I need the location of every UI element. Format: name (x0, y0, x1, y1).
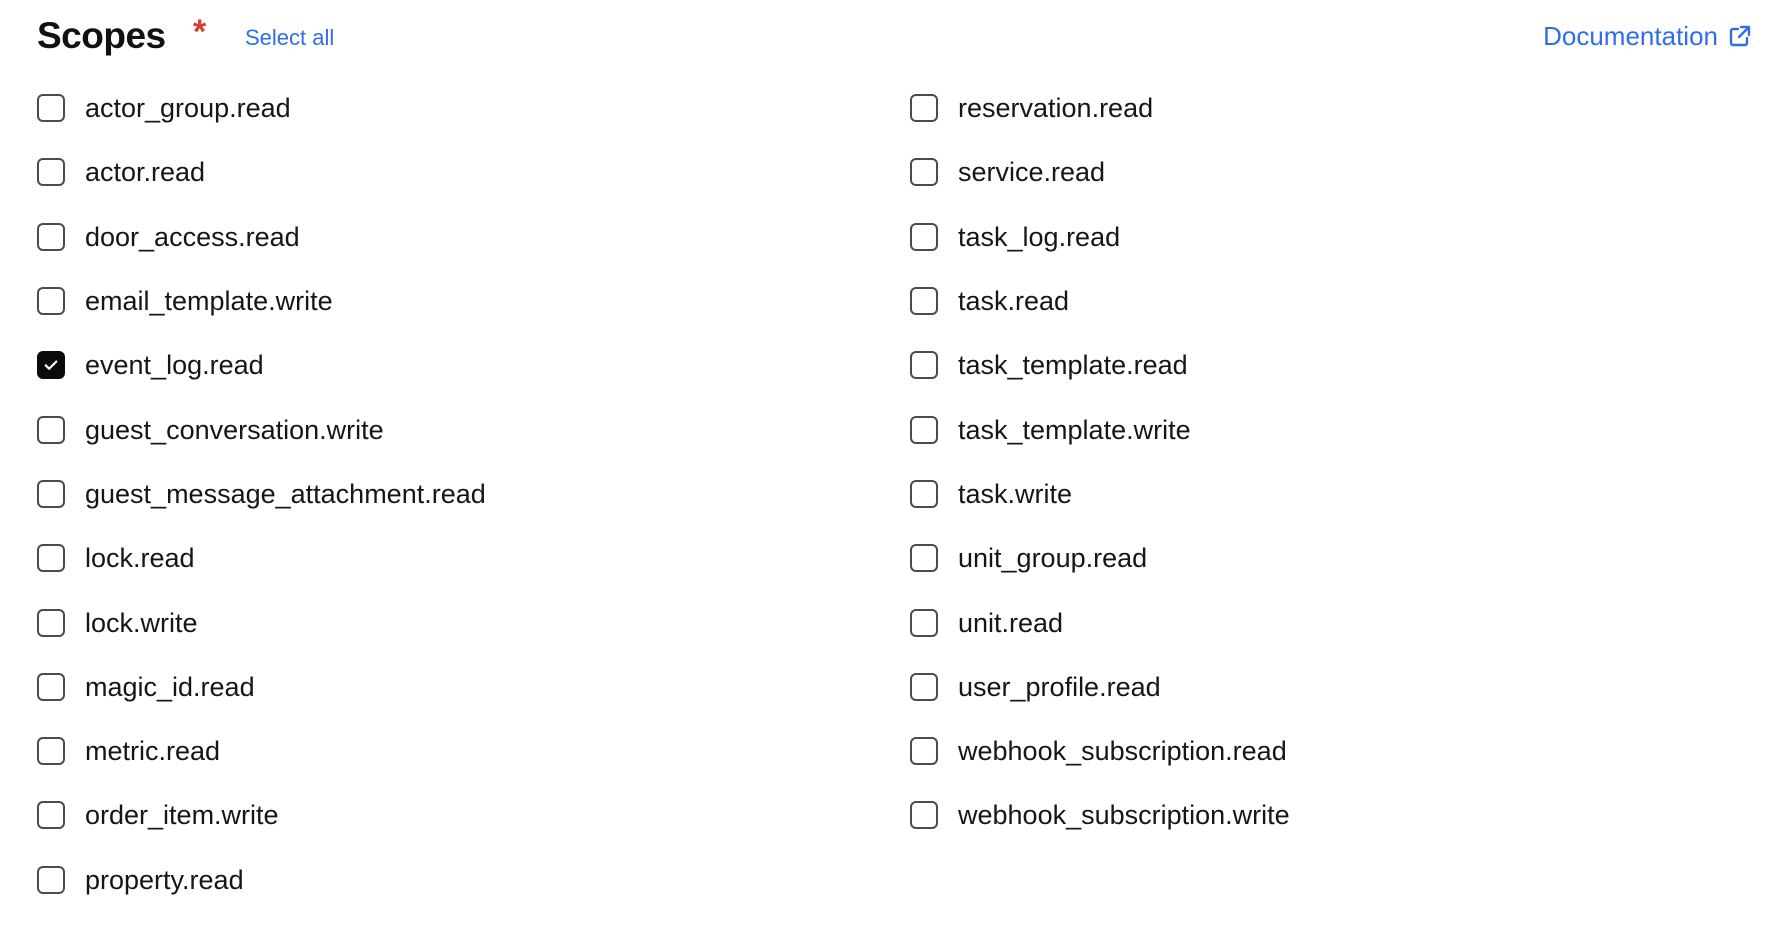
scope-option[interactable]: guest_message_attachment.read (37, 462, 910, 526)
checkmark-icon (42, 356, 60, 374)
scope-option[interactable]: email_template.write (37, 269, 910, 333)
scope-checkbox[interactable] (910, 801, 938, 830)
scope-label: lock.write (85, 607, 198, 638)
scope-option[interactable]: task_log.read (910, 205, 1610, 269)
scope-option[interactable]: door_access.read (37, 205, 910, 269)
scope-option[interactable]: task.read (910, 269, 1610, 333)
scope-label: email_template.write (85, 286, 333, 317)
scope-checkbox[interactable] (910, 737, 938, 766)
empty-cell (910, 848, 1610, 912)
scope-label: service.read (958, 157, 1106, 188)
scope-label: unit_group.read (958, 543, 1148, 574)
scope-checkbox[interactable] (37, 222, 65, 251)
scope-label: event_log.read (85, 350, 264, 381)
scope-checkbox[interactable] (910, 287, 938, 316)
scope-label: task_template.write (958, 414, 1191, 445)
scope-option[interactable]: service.read (910, 140, 1610, 204)
scope-label: actor.read (85, 157, 206, 188)
scope-option[interactable]: magic_id.read (37, 655, 910, 719)
scope-option[interactable]: event_log.read (37, 333, 910, 397)
scope-option[interactable]: property.read (37, 848, 910, 912)
scope-label: door_access.read (85, 221, 300, 252)
scope-checkbox[interactable] (910, 351, 938, 380)
scope-option[interactable]: reservation.read (910, 76, 1610, 140)
scope-checkbox[interactable] (910, 608, 938, 637)
scope-checkbox[interactable] (37, 544, 65, 573)
scopes-list: actor_group.read reservation.read actor.re… (37, 76, 1637, 912)
scope-label: reservation.read (958, 93, 1154, 124)
scope-option[interactable]: webhook_subscription.write (910, 783, 1610, 847)
scope-label: guest_message_attachment.read (85, 478, 486, 509)
scope-label: property.read (85, 864, 244, 895)
scope-option[interactable]: lock.read (37, 526, 910, 590)
scope-label: magic_id.read (85, 671, 255, 702)
scope-checkbox[interactable] (37, 801, 65, 830)
scope-label: lock.read (85, 543, 195, 574)
scope-label: order_item.write (85, 800, 279, 831)
scope-label: task_template.read (958, 350, 1188, 381)
scope-label: guest_conversation.write (85, 414, 384, 445)
external-link-icon (1728, 24, 1752, 48)
scope-option[interactable]: unit.read (910, 590, 1610, 654)
scope-checkbox[interactable] (910, 158, 938, 187)
scope-checkbox[interactable] (910, 415, 938, 444)
scope-checkbox[interactable] (37, 94, 65, 123)
scope-label: task.write (958, 478, 1073, 509)
scope-option[interactable]: unit_group.read (910, 526, 1610, 590)
scope-label: task_log.read (958, 221, 1121, 252)
scope-label: actor_group.read (85, 93, 291, 124)
required-marker: * (193, 13, 207, 51)
scope-checkbox[interactable] (37, 608, 65, 637)
scope-checkbox[interactable] (910, 94, 938, 123)
scope-checkbox[interactable] (910, 672, 938, 701)
scope-checkbox[interactable] (37, 287, 65, 316)
documentation-link[interactable]: Documentation (1543, 20, 1752, 52)
scope-label: user_profile.read (958, 671, 1161, 702)
scope-checkbox[interactable] (37, 672, 65, 701)
scope-option[interactable]: metric.read (37, 719, 910, 783)
scope-checkbox[interactable] (37, 865, 65, 894)
scope-option[interactable]: actor.read (37, 140, 910, 204)
scopes-header: Scopes * Select all Documentation (37, 10, 1752, 60)
select-all-link[interactable]: Select all (245, 23, 334, 53)
scope-checkbox[interactable] (37, 479, 65, 508)
scope-checkbox[interactable] (37, 737, 65, 766)
scope-checkbox[interactable] (37, 415, 65, 444)
scope-option[interactable]: task_template.write (910, 397, 1610, 461)
scope-option[interactable]: order_item.write (37, 783, 910, 847)
scope-label: task.read (958, 286, 1070, 317)
scope-checkbox[interactable] (910, 222, 938, 251)
scope-option[interactable]: user_profile.read (910, 655, 1610, 719)
documentation-label: Documentation (1543, 21, 1718, 51)
scope-option[interactable]: task_template.read (910, 333, 1610, 397)
scope-label: webhook_subscription.read (958, 736, 1287, 767)
scope-checkbox[interactable] (37, 158, 65, 187)
scope-option[interactable]: actor_group.read (37, 76, 910, 140)
section-title: Scopes (37, 15, 166, 56)
scope-option[interactable]: guest_conversation.write (37, 397, 910, 461)
scope-label: unit.read (958, 607, 1064, 638)
scope-checkbox[interactable] (37, 351, 65, 380)
scope-option[interactable]: webhook_subscription.read (910, 719, 1610, 783)
scope-label: webhook_subscription.write (958, 800, 1290, 831)
scope-option[interactable]: lock.write (37, 590, 910, 654)
scope-label: metric.read (85, 736, 221, 767)
scope-option[interactable]: task.write (910, 462, 1610, 526)
scope-checkbox[interactable] (910, 544, 938, 573)
scope-checkbox[interactable] (910, 479, 938, 508)
